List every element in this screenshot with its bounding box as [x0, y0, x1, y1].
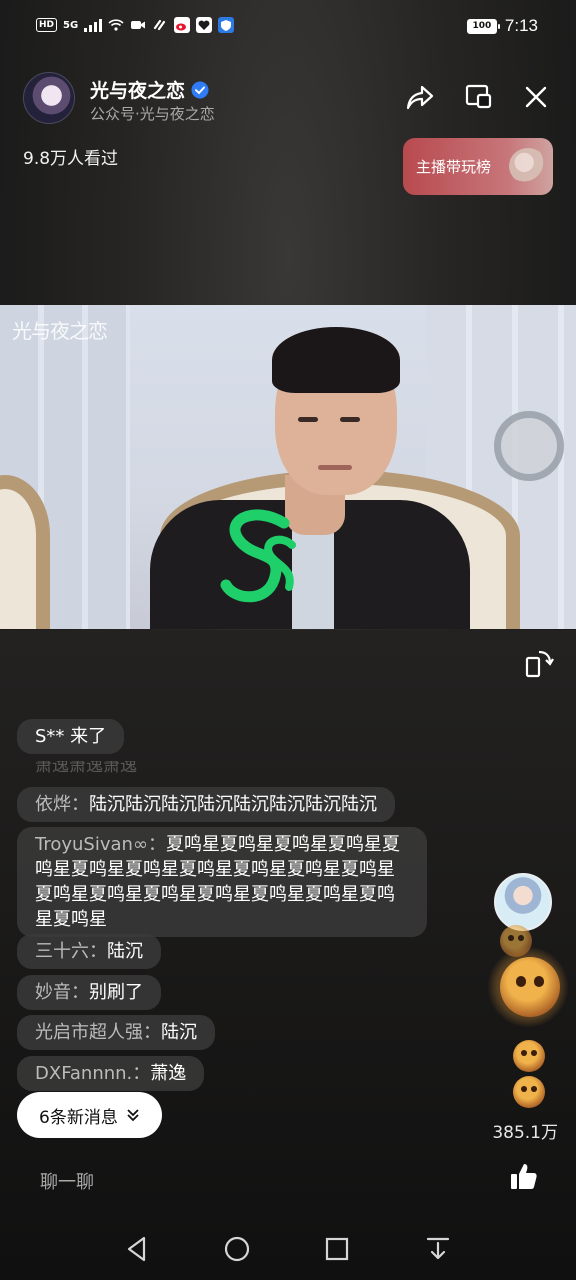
channel-subtitle[interactable]: 公众号·光与夜之恋	[90, 103, 215, 124]
comment-text: 别刷了	[89, 982, 143, 1003]
video-call-icon	[131, 21, 146, 29]
rotate-screen-button[interactable]	[522, 647, 556, 681]
channel-name: 光与夜之恋	[90, 80, 186, 102]
comment-text: 萧逸	[150, 1063, 187, 1084]
comment-entry[interactable]: S** 来了	[17, 719, 125, 754]
share-icon	[406, 85, 434, 110]
comment-user: DXFannnn.：	[35, 1063, 151, 1084]
minimize-window-icon	[465, 84, 492, 109]
like-button[interactable]	[507, 1160, 541, 1194]
comment-text: 陆沉	[107, 941, 143, 962]
comment-user: 妙音：	[35, 982, 89, 1003]
close-icon	[525, 86, 547, 108]
comment-faded: 萧逸萧逸萧逸	[35, 761, 137, 775]
reaction-emoji-icon	[513, 1040, 545, 1072]
recents-icon[interactable]	[322, 1234, 352, 1264]
comment-text: S** 来了	[35, 726, 107, 747]
like-count: 385.1万	[492, 1123, 558, 1143]
comment-text: 陆沉	[161, 1022, 197, 1043]
viewer-avatar[interactable]	[494, 873, 552, 931]
battery-icon: 100	[466, 18, 500, 34]
signal-icon	[84, 18, 103, 32]
wifi-icon	[108, 19, 124, 31]
comment-item[interactable]: TroyuSivan∞：夏鸣星夏鸣星夏鸣星夏鸣星夏鸣星夏鸣星夏鸣星夏鸣星夏鸣星夏…	[17, 827, 427, 937]
chat-input[interactable]: 聊一聊	[40, 1168, 94, 1194]
comment-item[interactable]: 光启市超人强：陆沉	[17, 1015, 215, 1050]
comment-user: 三十六：	[35, 941, 107, 962]
status-bar: HD 5G 100 7:13	[0, 0, 576, 56]
host-ranking-label: 主播带玩榜	[416, 158, 492, 176]
close-button[interactable]	[519, 80, 553, 114]
system-navigation-bar	[0, 1220, 576, 1280]
back-icon[interactable]	[122, 1234, 152, 1264]
comment-user: 依烨：	[35, 794, 89, 815]
presenter-hair	[272, 327, 400, 393]
jacket-logo	[220, 509, 296, 603]
floating-assist-button[interactable]	[494, 411, 564, 481]
notification-down-icon[interactable]	[423, 1234, 453, 1264]
thumbs-up-icon	[511, 1164, 537, 1189]
link-icon	[154, 19, 166, 31]
share-button[interactable]	[403, 80, 437, 114]
comment-text: 陆沉陆沉陆沉陆沉陆沉陆沉陆沉陆沉	[89, 794, 377, 815]
double-chevron-down-icon	[127, 1109, 139, 1122]
channel-avatar[interactable]	[23, 72, 75, 124]
home-icon[interactable]	[222, 1234, 252, 1264]
comment-item[interactable]: 依烨：陆沉陆沉陆沉陆沉陆沉陆沉陆沉陆沉	[17, 787, 395, 822]
comment-item[interactable]: 妙音：别刷了	[17, 975, 161, 1010]
signal-5g-label: 5G	[63, 19, 79, 31]
reaction-emoji-icon	[513, 1076, 545, 1108]
infinity-badge-icon: ∞	[132, 834, 148, 855]
weibo-icon	[174, 17, 191, 33]
view-count: 9.8万人看过	[23, 149, 119, 169]
reaction-emoji-icon	[500, 957, 560, 1017]
clock: 7:13	[504, 16, 538, 35]
shield-app-icon	[218, 17, 235, 33]
comment-user: 光启市超人强：	[35, 1022, 161, 1043]
hd-indicator: HD	[36, 18, 58, 32]
live-video[interactable]: 光与夜之恋	[0, 305, 576, 629]
comment-item[interactable]: DXFannnn.：萧逸	[17, 1056, 205, 1091]
mascot-icon	[509, 148, 547, 184]
new-messages-button[interactable]: 6条新消息	[17, 1092, 162, 1138]
heart-app-icon	[196, 17, 213, 33]
video-watermark: 光与夜之恋	[12, 319, 108, 343]
comment-item[interactable]: 三十六：陆沉	[17, 934, 161, 969]
verified-icon	[191, 81, 209, 98]
floating-window-button[interactable]	[461, 80, 495, 114]
channel-name-row[interactable]: 光与夜之恋	[90, 76, 209, 103]
rotate-screen-icon	[525, 650, 554, 678]
comment-user: TroyuSivan	[35, 834, 133, 855]
host-ranking-button[interactable]: 主播带玩榜	[403, 138, 553, 195]
new-messages-label: 6条新消息	[39, 1107, 118, 1128]
